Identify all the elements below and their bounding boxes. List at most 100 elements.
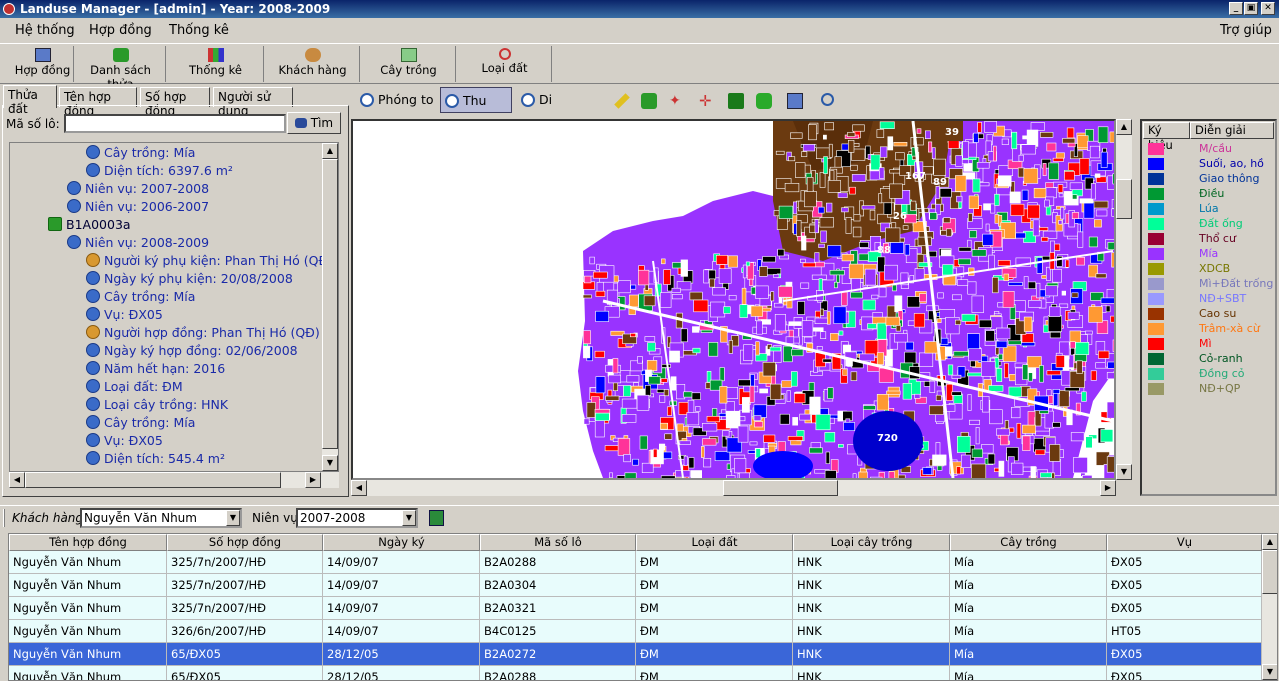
- parcel-edit-icon[interactable]: [756, 93, 772, 109]
- minimize-button[interactable]: _: [1229, 2, 1243, 15]
- tree-hscroll-thumb[interactable]: [25, 472, 281, 488]
- customer-combo[interactable]: Nguyễn Văn Nhum ▼: [80, 508, 242, 528]
- column-header[interactable]: Loại đất: [636, 534, 793, 551]
- map-scroll-down-icon[interactable]: ▼: [1116, 464, 1132, 480]
- table-row[interactable]: Nguyễn Văn Nhum 325/7n/2007/HĐ 14/09/07 B2A…: [9, 551, 1262, 574]
- refresh-icon[interactable]: [429, 510, 444, 526]
- map-hscroll-thumb[interactable]: [723, 480, 838, 496]
- tab-contract-name[interactable]: Tên hợp đồng: [59, 87, 137, 118]
- report-icon[interactable]: [787, 93, 803, 109]
- menu-contract[interactable]: Hợp đồng: [89, 23, 152, 38]
- tree-node[interactable]: Loại cây trồng: HNK: [86, 396, 228, 414]
- map-view[interactable]: 39 167 89 26 720 88: [351, 119, 1116, 480]
- map-scroll-right-icon[interactable]: ▶: [1100, 480, 1116, 496]
- tree-node[interactable]: Cây trồng: Mía: [86, 288, 195, 306]
- parcel: [629, 294, 639, 308]
- scroll-up-arrow-icon[interactable]: ▲: [322, 143, 338, 159]
- pan-button[interactable]: Di chuyển: [517, 87, 601, 133]
- grid-scroll-thumb[interactable]: [1262, 550, 1277, 594]
- tree-node[interactable]: Diện tích: 545.4 m²: [86, 450, 225, 468]
- find-button[interactable]: Tìm: [287, 112, 341, 134]
- column-header[interactable]: Tên hợp đồng: [9, 534, 167, 551]
- tab-parcel[interactable]: Thửa đất: [3, 85, 57, 116]
- tree-node[interactable]: Niên vụ: 2007-2008: [67, 180, 209, 198]
- tree-node[interactable]: Niên vụ: 2008-2009: [67, 234, 209, 252]
- menu-system[interactable]: Hệ thống: [15, 23, 75, 38]
- legend-header-symbol[interactable]: Ký hiệu: [1143, 122, 1190, 152]
- statistics-button[interactable]: Thống kê: [168, 46, 264, 82]
- table-row[interactable]: Nguyễn Văn Nhum 65/ĐX05 28/12/05 B2A0288 ĐM H…: [9, 666, 1262, 680]
- column-header[interactable]: Cây trồng: [950, 534, 1107, 551]
- tree-node[interactable]: Cây trồng: Mía: [86, 144, 195, 162]
- tree-node[interactable]: Vụ: ĐX05: [86, 432, 163, 450]
- identify-icon[interactable]: ✦: [669, 93, 685, 109]
- map-scroll-up-icon[interactable]: ▲: [1116, 119, 1132, 135]
- table-row[interactable]: Nguyễn Văn Nhum 325/7n/2007/HĐ 14/09/07 B2A…: [9, 597, 1262, 620]
- customer-button[interactable]: Khách hàng: [266, 46, 360, 82]
- tree-node[interactable]: Cây trồng: Mía: [86, 414, 195, 432]
- tree-node[interactable]: Niên vụ: 2006-2007: [67, 198, 209, 216]
- parcel-list-button[interactable]: Danh sách thửa: [76, 46, 166, 91]
- ruler-icon[interactable]: [614, 93, 630, 109]
- tree-node[interactable]: Ngày ký phụ kiện: 20/08/2008: [86, 270, 293, 288]
- map-vscroll-thumb[interactable]: [1116, 179, 1132, 219]
- tree-node[interactable]: Người hợp đồng: Phan Thị Hó (QĐ): [86, 324, 320, 342]
- parcel: [929, 212, 938, 220]
- tree-node[interactable]: Vụ: ĐX05: [86, 306, 163, 324]
- zoom-in-button[interactable]: Phóng to: [356, 87, 436, 113]
- tab-contract-number[interactable]: Số hợp đồng: [140, 87, 210, 118]
- table-row[interactable]: Nguyễn Văn Nhum 326/6n/2007/HĐ 14/09/07 B4C…: [9, 620, 1262, 643]
- legend-header-description[interactable]: Diễn giải: [1190, 122, 1274, 139]
- lot-code-input[interactable]: [64, 114, 286, 133]
- tab-land-user[interactable]: Người sử dụng: [213, 87, 293, 118]
- tree-node[interactable]: Loại đất: ĐM: [86, 378, 183, 396]
- search-map-icon[interactable]: [821, 93, 834, 106]
- parcel-tree[interactable]: Cây trồng: Mía Diện tích: 6397.6 m² Niên v…: [9, 142, 339, 472]
- tree-scroll-thumb[interactable]: [322, 159, 338, 449]
- tree-vertical-scrollbar[interactable]: ▲ ▼: [322, 143, 338, 471]
- tree-node[interactable]: Diện tích: 6397.6 m²: [86, 162, 233, 180]
- map-canvas[interactable]: 39 167 89 26 720 88: [353, 121, 1114, 478]
- crop-button[interactable]: Cây trồng: [362, 46, 456, 82]
- table-cell: 65/ĐX05: [167, 643, 323, 666]
- contract-button[interactable]: Hợp đồng: [12, 46, 74, 82]
- zoom-out-button[interactable]: Thu nhỏ: [440, 87, 512, 134]
- scroll-down-arrow-icon[interactable]: ▼: [322, 455, 338, 471]
- land-type-button[interactable]: Loại đất: [458, 46, 552, 82]
- chevron-down-icon[interactable]: ▼: [226, 510, 240, 526]
- scroll-right-arrow-icon[interactable]: ▶: [305, 472, 321, 488]
- tree-horizontal-scrollbar[interactable]: ◀ ▶: [9, 472, 339, 488]
- column-header[interactable]: Mã số lô: [480, 534, 636, 551]
- select-parcel-icon[interactable]: [641, 93, 657, 109]
- tree-node[interactable]: Người ký phụ kiện: Phan Thị Hó (QĐ): [86, 252, 333, 270]
- chevron-down-icon[interactable]: ▼: [402, 510, 416, 526]
- map-vscrollbar[interactable]: ▲ ▼: [1116, 119, 1132, 480]
- map-scroll-left-icon[interactable]: ◀: [351, 480, 367, 496]
- column-header[interactable]: Ngày ký: [323, 534, 480, 551]
- tree-node[interactable]: Năm hết hạn: 2016: [86, 360, 225, 378]
- polygon-icon[interactable]: [728, 93, 744, 109]
- grid-scroll-up-icon[interactable]: ▲: [1262, 534, 1277, 550]
- table-cell: Mía: [950, 643, 1107, 666]
- info-icon: [67, 181, 81, 195]
- menu-help[interactable]: Trợ giúp: [1220, 23, 1272, 38]
- grid-vertical-scrollbar[interactable]: ▲ ▼: [1262, 534, 1277, 680]
- tree-node[interactable]: B1A0003a: [48, 216, 131, 234]
- parcel: [773, 302, 784, 308]
- table-row[interactable]: Nguyễn Văn Nhum 325/7n/2007/HĐ 14/09/07 B2A…: [9, 574, 1262, 597]
- column-header[interactable]: Loại cây trồng: [793, 534, 950, 551]
- parcel: [708, 342, 719, 357]
- crosshair-icon[interactable]: ✛: [699, 93, 715, 109]
- column-header[interactable]: Vụ: [1107, 534, 1262, 551]
- column-header[interactable]: Số hợp đồng: [167, 534, 323, 551]
- menu-statistics[interactable]: Thống kê: [169, 23, 229, 38]
- table-row[interactable]: Nguyễn Văn Nhum 65/ĐX05 28/12/05 B2A0272 ĐM H…: [9, 643, 1262, 666]
- maximize-button[interactable]: ▣: [1244, 2, 1258, 15]
- season-combo[interactable]: 2007-2008 ▼: [296, 508, 418, 528]
- close-button[interactable]: ✕: [1261, 2, 1275, 15]
- scroll-left-arrow-icon[interactable]: ◀: [9, 472, 25, 488]
- tree-node[interactable]: Ngày ký hợp đồng: 02/06/2008: [86, 342, 298, 360]
- parcel: [621, 398, 638, 409]
- map-hscrollbar[interactable]: ◀ ▶: [351, 480, 1116, 496]
- grid-scroll-down-icon[interactable]: ▼: [1262, 664, 1277, 680]
